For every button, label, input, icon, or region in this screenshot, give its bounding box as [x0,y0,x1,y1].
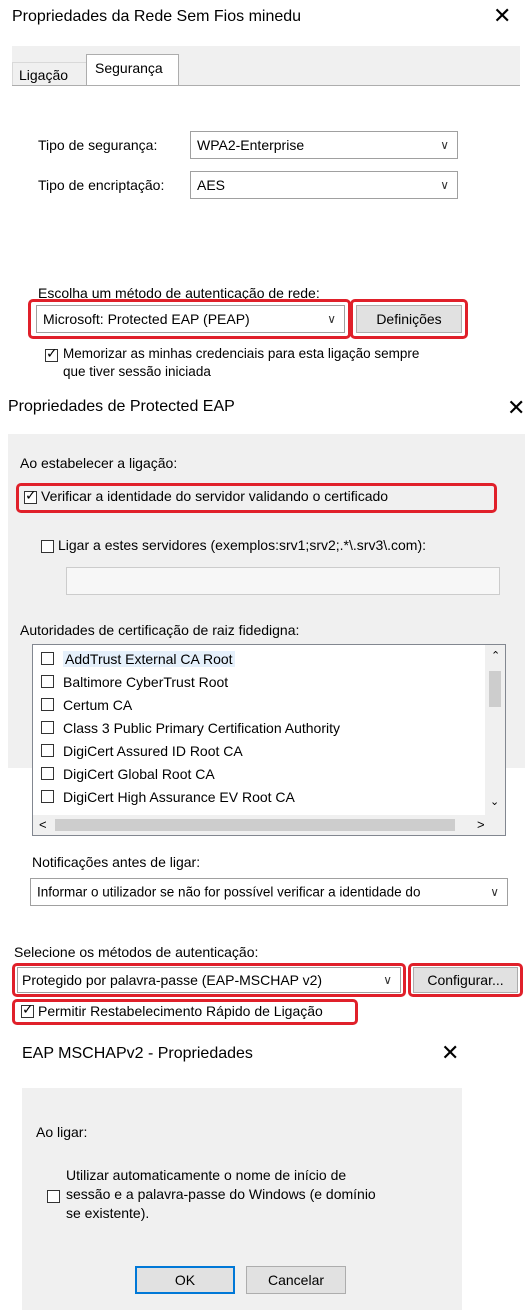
tab-seguranca[interactable]: Segurança [86,54,179,86]
encryption-type-value: AES [197,177,226,193]
security-type-value: WPA2-Enterprise [197,137,305,153]
servers-input[interactable] [66,567,500,595]
auth-method-select[interactable]: Microsoft: Protected EAP (PEAP) ∨ [36,305,345,333]
scrollbar-thumb[interactable] [55,819,455,831]
list-item-label: Certum CA [63,697,133,713]
configure-button-label: Configurar... [427,972,504,988]
cancel-button-label: Cancelar [267,1272,325,1288]
remember-credentials-line1: Memorizar as minhas credenciais para est… [63,346,420,361]
trusted-roots-label: Autoridades de certificação de raiz fide… [20,622,300,638]
list-item-label: AddTrust External CA Root [63,651,235,667]
ok-button-label: OK [174,1272,196,1288]
tab-ligacao[interactable]: Ligação [12,62,87,86]
notifications-value: Informar o utilizador se não for possíve… [37,884,421,900]
encryption-type-label: Tipo de encriptação: [38,177,165,193]
cancel-button[interactable]: Cancelar [246,1266,346,1294]
scroll-right-icon[interactable]: > [477,817,485,832]
configure-button[interactable]: Configurar... [413,967,518,993]
scrollbar-thumb[interactable] [489,671,501,707]
list-item-checkbox[interactable] [41,652,54,665]
settings-button[interactable]: Definições [356,305,462,333]
close-icon[interactable]: ✕ [493,6,511,28]
ok-button[interactable]: OK [135,1266,235,1294]
dialog2-title: Propriedades de Protected EAP [8,398,235,415]
when-connecting-label: Ao estabelecer a ligação: [20,455,178,471]
list-item-label: DigiCert Assured ID Root CA [63,743,243,759]
scroll-up-icon[interactable]: ⌃ [491,649,500,662]
list-item-checkbox[interactable] [41,767,54,780]
list-item-checkbox[interactable] [41,675,54,688]
tab-ligacao-label: Ligação [19,67,69,83]
settings-button-label: Definições [376,311,442,327]
encryption-type-select[interactable]: AES ∨ [190,171,458,199]
auto-use-line3: se existente). [66,1205,150,1221]
auto-use-line2: sessão e a palavra-passe do Windows (e d… [66,1186,376,1202]
trusted-roots-list[interactable]: AddTrust External CA Root Baltimore Cybe… [32,644,506,836]
fast-reconnect-checkbox[interactable] [21,1002,34,1018]
chevron-down-icon: ∨ [383,973,392,987]
auth-method-select[interactable]: Protegido por palavra-passe (EAP-MSCHAP … [17,967,401,993]
list-item-checkbox[interactable] [41,744,54,757]
connect-servers-checkbox[interactable] [41,540,54,553]
auto-use-credentials-checkbox[interactable] [47,1190,60,1203]
list-item-label: DigiCert High Assurance EV Root CA [63,789,295,805]
verify-identity-checkbox[interactable] [24,488,37,504]
horizontal-scrollbar[interactable]: < > [33,815,505,835]
close-icon[interactable]: ✕ [441,1043,459,1065]
notifications-label: Notificações antes de ligar: [32,854,201,870]
when-connecting-label: Ao ligar: [36,1124,88,1140]
list-item-checkbox[interactable] [41,721,54,734]
remember-credentials-line2: que tiver sessão iniciada [63,364,211,379]
list-item-label: Class 3 Public Primary Certification Aut… [63,720,340,736]
auth-methods-label: Selecione os métodos de autenticação: [14,944,259,960]
chevron-down-icon: ∨ [440,178,449,192]
notifications-select[interactable]: Informar o utilizador se não for possíve… [30,878,508,906]
list-item-checkbox[interactable] [41,790,54,803]
auto-use-line1: Utilizar automaticamente o nome de iníci… [66,1167,347,1183]
tab-seguranca-label: Segurança [95,60,163,76]
security-type-select[interactable]: WPA2-Enterprise ∨ [190,131,458,159]
auth-method-value: Microsoft: Protected EAP (PEAP) [43,311,250,327]
security-type-label: Tipo de segurança: [38,137,158,153]
auth-method-value: Protegido por palavra-passe (EAP-MSCHAP … [22,972,323,988]
close-icon[interactable]: ✕ [507,398,525,420]
remember-credentials-checkbox[interactable] [45,346,58,362]
scroll-left-icon[interactable]: < [39,817,47,832]
dialog3-title: EAP MSCHAPv2 - Propriedades [22,1045,253,1062]
verify-identity-label: Verificar a identidade do servidor valid… [41,488,389,504]
fast-reconnect-label: Permitir Restabelecimento Rápido de Liga… [38,1003,323,1019]
list-item-label: Baltimore CyberTrust Root [63,674,229,690]
connect-servers-label: Ligar a estes servidores (exemplos:srv1;… [58,537,427,553]
chevron-down-icon: ∨ [440,138,449,152]
list-item-label: DigiCert Global Root CA [63,766,215,782]
dialog1-title: Propriedades da Rede Sem Fios minedu [12,8,302,25]
vertical-scrollbar[interactable]: ⌃ ⌄ [485,645,505,815]
chevron-down-icon: ∨ [327,312,336,326]
scroll-down-icon[interactable]: ⌄ [490,795,499,808]
chevron-down-icon: ∨ [490,885,499,899]
list-item-checkbox[interactable] [41,698,54,711]
